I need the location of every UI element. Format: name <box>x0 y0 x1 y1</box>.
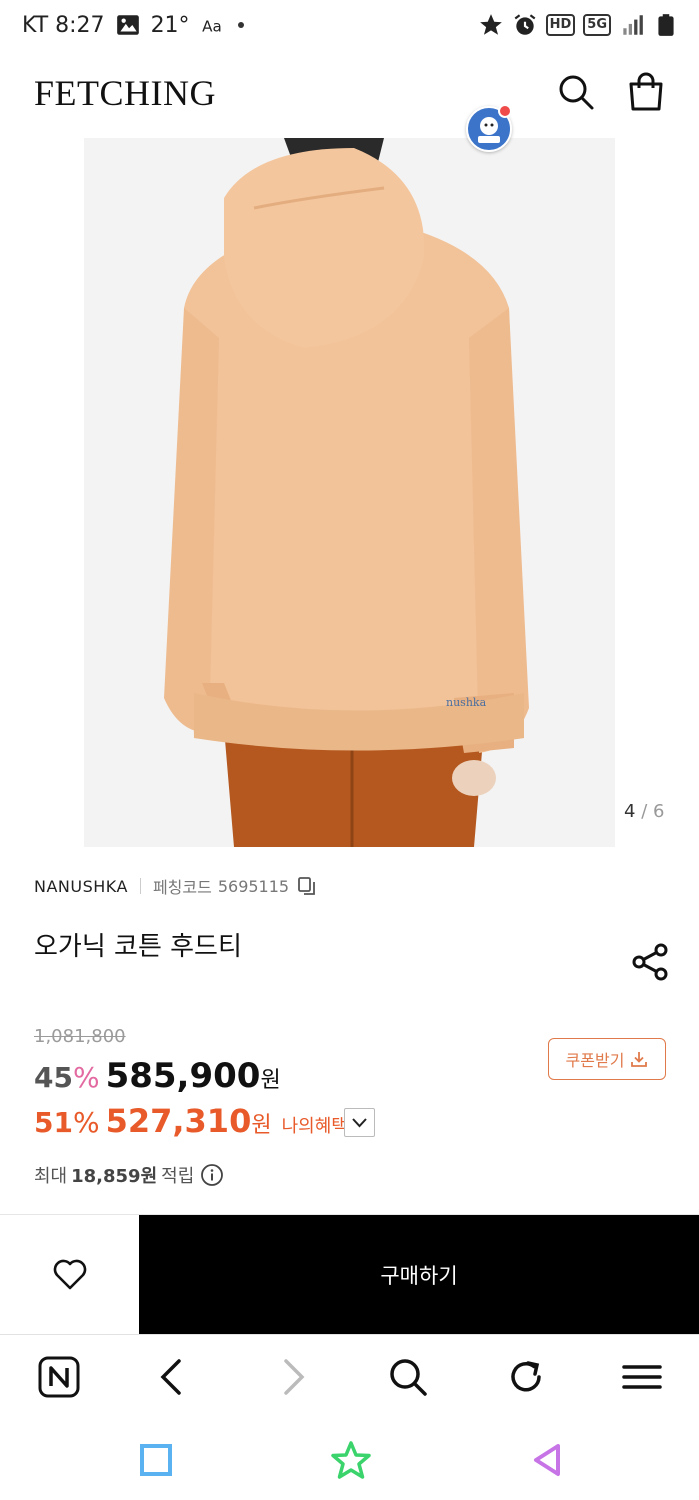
image-counter: 4 / 6 <box>624 801 664 822</box>
purchase-action-bar: 구매하기 <box>0 1214 699 1334</box>
hd-badge: HD <box>545 14 576 36</box>
font-size-icon: Aa <box>202 18 222 36</box>
my-price-won: 원 <box>251 1113 272 1138</box>
shopping-bag-icon[interactable] <box>626 72 666 112</box>
app-header: FETCHING <box>0 54 699 134</box>
status-bar: KT 8:27 21° Aa HD 5G 1 <box>0 0 699 54</box>
brand-name[interactable]: NANUSHKA <box>34 877 128 896</box>
refresh-icon[interactable] <box>504 1355 548 1399</box>
fetching-code-value: 5695115 <box>217 876 290 896</box>
coupon-label: 쿠폰받기 <box>565 1051 625 1070</box>
system-navigation-bar <box>0 1424 699 1500</box>
menu-icon[interactable] <box>620 1355 664 1399</box>
sale-price-row: 45% 585,900 원 <box>34 1056 281 1096</box>
temperature: 21° <box>150 12 190 38</box>
dot-icon <box>237 22 244 28</box>
share-icon[interactable] <box>630 942 670 982</box>
benefit-dropdown-button[interactable] <box>344 1108 375 1137</box>
copy-icon[interactable] <box>297 876 317 896</box>
naver-home-icon[interactable] <box>37 1355 81 1399</box>
coupon-download-button[interactable]: 쿠폰받기 <box>548 1038 666 1080</box>
status-right: HD 5G 1 <box>478 12 679 38</box>
image-counter-sep: / <box>641 801 648 822</box>
browser-search-icon[interactable] <box>386 1355 430 1399</box>
points-prefix: 최대 <box>34 1166 68 1187</box>
image-total: 6 <box>653 801 665 822</box>
my-discount-percent: 51% <box>34 1106 100 1139</box>
alarm-icon <box>514 14 536 35</box>
back-triangle-icon[interactable] <box>528 1440 568 1480</box>
product-image[interactable]: nushka <box>84 138 615 847</box>
hoodie-photo: nushka <box>84 138 615 847</box>
points-value: 18,859원 <box>71 1166 158 1187</box>
recent-apps-icon[interactable] <box>136 1440 176 1480</box>
sale-price: 585,900 <box>105 1056 261 1096</box>
sale-price-won: 원 <box>260 1068 281 1093</box>
svg-text:nushka: nushka <box>446 696 487 709</box>
battery-level: 1 <box>641 14 652 32</box>
chevron-down-icon <box>352 1118 367 1128</box>
notification-dot <box>498 104 512 118</box>
buy-button[interactable]: 구매하기 <box>139 1215 699 1334</box>
points-row: 최대 18,859원 적립 <box>34 1162 224 1188</box>
back-arrow-icon[interactable] <box>151 1355 195 1399</box>
product-title: 오가닉 코튼 후드티 <box>34 932 242 962</box>
svg-text:Aa: Aa <box>202 18 222 36</box>
info-icon[interactable] <box>200 1163 224 1187</box>
gallery-icon <box>116 15 139 35</box>
home-star-icon[interactable] <box>331 1440 371 1480</box>
browser-toolbar <box>0 1334 699 1424</box>
my-price-row: 51% 527,310 원 나의혜택가 <box>34 1102 364 1140</box>
fetching-code-label: 페칭코드 <box>152 878 212 897</box>
image-index: 4 <box>624 801 636 822</box>
heart-icon <box>53 1259 86 1289</box>
network-badge: 5G <box>583 14 611 36</box>
original-price: 1,081,800 <box>34 1026 126 1047</box>
star-icon <box>479 14 502 35</box>
discount-percent: 45% <box>34 1061 100 1094</box>
battery-icon <box>658 14 674 36</box>
download-icon <box>631 1052 648 1067</box>
my-benefit-price: 527,310 <box>105 1102 252 1140</box>
brand-row: NANUSHKA 페칭코드 5695115 <box>34 875 317 897</box>
brand-divider <box>139 878 141 894</box>
forward-arrow-icon[interactable] <box>270 1355 314 1399</box>
wishlist-button[interactable] <box>0 1215 139 1334</box>
fetching-logo[interactable]: FETCHING <box>34 72 216 114</box>
search-icon[interactable] <box>556 72 596 112</box>
status-left: KT 8:27 21° Aa <box>22 12 246 38</box>
points-suffix: 적립 <box>161 1166 195 1187</box>
carrier-time: KT 8:27 <box>22 12 105 38</box>
